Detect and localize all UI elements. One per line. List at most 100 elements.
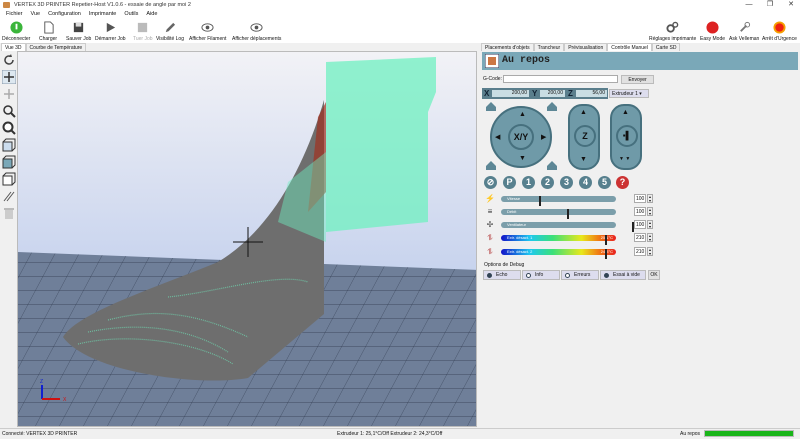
kill-job-button[interactable]: Tuer Job (133, 21, 153, 42)
gcode-input[interactable] (503, 75, 618, 83)
preset-4-button[interactable]: 4 (579, 176, 592, 189)
progress-bar (704, 430, 794, 437)
send-button[interactable]: Envoyer (621, 75, 654, 84)
home-x-icon[interactable] (485, 101, 497, 111)
debug-ok-button[interactable]: OK (648, 270, 660, 280)
front-view-icon[interactable] (2, 138, 16, 152)
side-view-icon[interactable] (2, 172, 16, 186)
preset-1-button[interactable]: 1 (522, 176, 535, 189)
speed-slider-handle[interactable] (539, 196, 541, 206)
printer-status-icon (485, 54, 499, 68)
speed-spinner[interactable]: ▴ ▾ (647, 194, 653, 203)
emergency-stop-button[interactable]: Arrêt d'Urgence (762, 21, 797, 42)
menu-vue[interactable]: Vue (31, 10, 41, 19)
extruder1-temp-handle[interactable] (605, 235, 607, 245)
y-plus-arrow-icon[interactable]: ▲ (519, 111, 526, 118)
extruder2-target[interactable]: 210 (634, 247, 646, 256)
debug-dry-run[interactable]: Essai à vide (600, 270, 646, 280)
z-jog-pad[interactable]: ▲ Z ▼ (568, 104, 600, 170)
home-all-icon[interactable] (485, 160, 497, 170)
menu-configuration[interactable]: Configuration (48, 10, 81, 19)
flow-slider[interactable]: Débit (501, 209, 616, 219)
extruder2-spinner[interactable]: ▴ ▾ (647, 247, 653, 256)
z-center-button[interactable]: Z (574, 125, 596, 147)
tab-object-placement[interactable]: Placements d'objets (481, 43, 534, 51)
move-object-icon[interactable] (2, 87, 16, 101)
progress-fill (705, 431, 793, 436)
preset-5-button[interactable]: 5 (598, 176, 611, 189)
menu-outils[interactable]: Outils (124, 10, 138, 19)
flow-value[interactable]: 100 (634, 207, 646, 216)
disconnect-button[interactable]: Déconnecter (2, 21, 30, 42)
printer-settings-button[interactable]: Réglages imprimante (649, 21, 696, 42)
tab-3d-view[interactable]: Vue 3D (1, 43, 26, 51)
motors-off-button[interactable]: ⊘ (484, 176, 497, 189)
xy-jog-pad[interactable]: ▲ ▼ ◀ ▶ X/Y (490, 106, 552, 168)
xy-center-button[interactable]: X/Y (508, 124, 534, 150)
home-z-icon[interactable] (546, 160, 558, 170)
easy-mode-button[interactable]: Easy Mode (700, 21, 725, 42)
z-up-arrow-icon[interactable]: ▲ (580, 109, 587, 116)
fan-value[interactable]: 100 (634, 220, 646, 229)
home-y-icon[interactable] (546, 101, 558, 111)
trash-icon[interactable] (2, 206, 16, 220)
zoom-icon[interactable] (2, 104, 16, 118)
extruder-icon[interactable]: ▪▌ (616, 125, 638, 147)
tab-manual-control[interactable]: Contrôle Manuel (607, 43, 652, 51)
log-visibility-button[interactable]: Visibilité Log (156, 21, 184, 42)
menu-fichier[interactable]: Fichier (6, 10, 23, 19)
file-icon (43, 21, 54, 34)
show-moves-button[interactable]: Afficher déplacements (232, 21, 281, 42)
ask-velleman-button[interactable]: Ask Velleman (729, 21, 759, 42)
flow-slider-handle[interactable] (567, 209, 569, 219)
extruder2-temp-slider[interactable]: Extr. désact. 224,3°C (501, 249, 616, 259)
zoom-fit-icon[interactable] (2, 121, 16, 135)
eye-icon (250, 23, 263, 32)
preset-3-button[interactable]: 3 (560, 176, 573, 189)
minimize-button[interactable]: — (742, 0, 756, 10)
close-button[interactable]: ✕ (784, 0, 798, 10)
save-job-button[interactable]: Sauver Job (66, 21, 91, 42)
extrude-arrow-icon[interactable]: ▼ ▼ (619, 156, 630, 162)
top-view-icon[interactable] (2, 155, 16, 169)
tab-preview[interactable]: Prévisualisation (564, 43, 608, 51)
menu-aide[interactable]: Aide (146, 10, 157, 19)
extruder-select[interactable]: Extrudeur 1 ▾ (609, 89, 649, 98)
fan-slider[interactable]: Ventilateur (501, 222, 634, 232)
parallel-icon[interactable] (2, 189, 16, 203)
y-minus-arrow-icon[interactable]: ▼ (519, 155, 526, 162)
debug-echo[interactable]: Echo (483, 270, 521, 280)
extruder1-spinner[interactable]: ▴ ▾ (647, 233, 653, 242)
maximize-button[interactable]: ❐ (763, 0, 777, 10)
retract-arrow-icon[interactable]: ▲ (622, 109, 629, 116)
tab-temperature-curve[interactable]: Courbe de Température (25, 43, 87, 51)
flow-spinner[interactable]: ▴ ▾ (647, 207, 653, 216)
debug-errors[interactable]: Erreurs (561, 270, 599, 280)
z-down-arrow-icon[interactable]: ▼ (580, 156, 587, 163)
help-button[interactable]: ? (616, 176, 629, 189)
menu-imprimante[interactable]: Imprimante (89, 10, 117, 19)
extruder-heat-icon: ⥮ (487, 233, 493, 242)
extruder1-temp-slider[interactable]: Extr. désact. 125,1°C (501, 235, 616, 245)
show-filament-button[interactable]: Afficher Filament (189, 21, 226, 42)
extruder-heat-icon: ⥮ (487, 247, 493, 256)
extruder-jog-pad[interactable]: ▲ ▪▌ ▼ ▼ (610, 104, 642, 170)
start-job-button[interactable]: Démarrer Job (95, 21, 126, 42)
preset-2-button[interactable]: 2 (541, 176, 554, 189)
3d-viewport[interactable]: ZX (17, 51, 477, 427)
fan-spinner[interactable]: ▴ ▾ (647, 220, 653, 229)
extruder2-temp-handle[interactable] (605, 249, 607, 259)
speed-value[interactable]: 100 (634, 194, 646, 203)
load-button[interactable]: Charger (39, 21, 57, 42)
tab-sd-card[interactable]: Carte SD (651, 43, 681, 51)
move-icon[interactable] (2, 70, 16, 84)
preset-p-button[interactable]: P (503, 176, 516, 189)
extruder1-target[interactable]: 210 (634, 233, 646, 242)
speed-slider[interactable]: Vitesse (501, 196, 616, 206)
reset-view-icon[interactable] (2, 53, 16, 67)
x-minus-arrow-icon[interactable]: ◀ (495, 133, 500, 141)
y-position: Y 200,00 (530, 88, 566, 99)
debug-info[interactable]: Info (522, 270, 560, 280)
tab-slicer[interactable]: Trancheur (533, 43, 565, 51)
x-plus-arrow-icon[interactable]: ▶ (541, 133, 546, 141)
